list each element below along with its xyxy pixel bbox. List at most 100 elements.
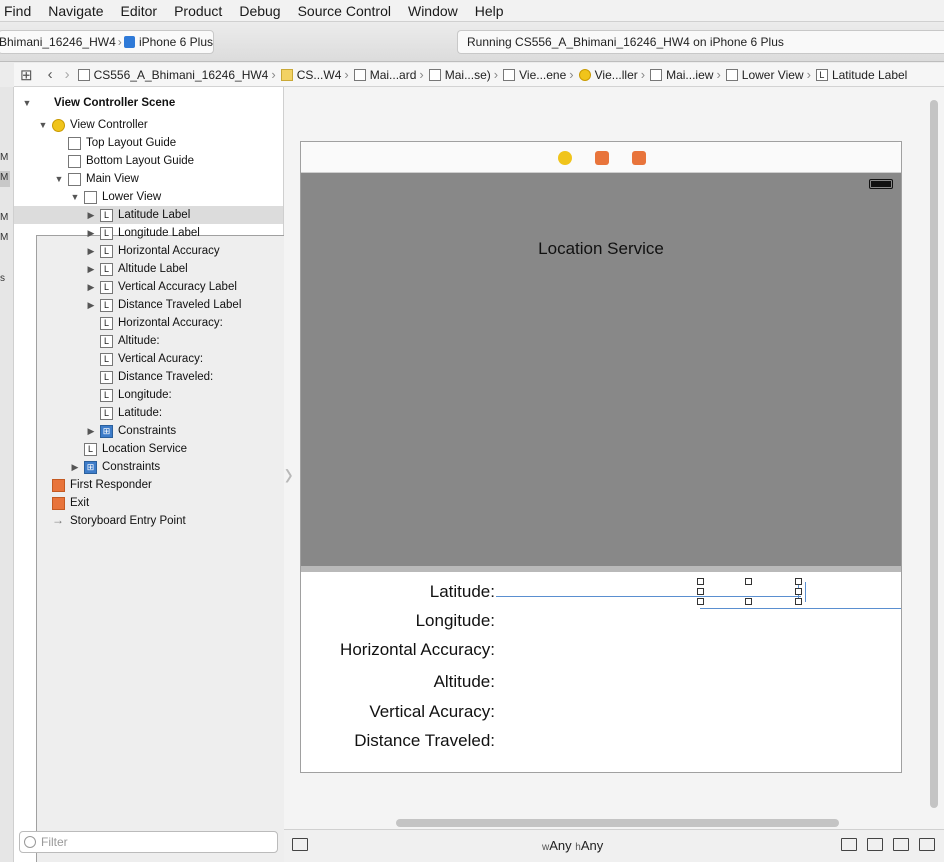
outline-row-main-constraints[interactable]: ▶ ⊞ Constraints	[14, 458, 283, 476]
outline-row-longitude-label[interactable]: ▶ L Longitude Label	[14, 224, 283, 242]
outline-row-main-view[interactable]: ▼ Main View	[14, 170, 283, 188]
outline-row-altitude-static[interactable]: L Altitude:	[14, 332, 283, 350]
resize-handle[interactable]	[795, 578, 802, 585]
entry-point-arrow-icon[interactable]: ›	[285, 455, 293, 494]
outline-row-vertical-accuracy-static[interactable]: L Vertical Acuracy:	[14, 350, 283, 368]
menu-find[interactable]: Find	[4, 3, 31, 19]
jump-group[interactable]: CS...W4	[280, 68, 341, 82]
back-button[interactable]: ‹	[48, 66, 53, 83]
device-icon	[123, 36, 135, 48]
constraint-line	[496, 596, 801, 597]
location-service-title[interactable]: Location Service	[301, 239, 901, 259]
chevron-right-icon: ›	[806, 67, 811, 82]
exit-icon[interactable]	[632, 151, 646, 165]
outline-row-vertical-accuracy-label[interactable]: ▶ L Vertical Accuracy Label	[14, 278, 283, 296]
toggle-outline-icon[interactable]	[292, 838, 308, 851]
outline-row-scene[interactable]: ▼ View Controller Scene	[14, 94, 638, 862]
menu-navigate[interactable]: Navigate	[48, 3, 103, 19]
pin-icon[interactable]	[893, 838, 909, 851]
folder-icon	[280, 68, 293, 81]
resolve-issues-icon[interactable]	[919, 838, 935, 851]
outline-row-first-responder[interactable]: First Responder	[14, 476, 283, 494]
disclosure-closed-icon[interactable]: ▶	[86, 210, 96, 221]
view-controller-scene[interactable]: Location Service Latitude: Longitude: Ho…	[300, 141, 902, 773]
outline-row-longitude-static[interactable]: L Longitude:	[14, 386, 283, 404]
longitude-label[interactable]: Longitude:	[416, 611, 495, 631]
disclosure-open-icon[interactable]: ▼	[54, 174, 64, 184]
jump-scene[interactable]: Vie...ene	[503, 68, 566, 82]
vertical-scrollbar[interactable]	[930, 100, 938, 808]
resize-handle[interactable]	[697, 588, 704, 595]
resize-handle[interactable]	[745, 578, 752, 585]
view-icon	[725, 68, 738, 81]
outline-row-exit[interactable]: Exit	[14, 494, 283, 512]
upper-view[interactable]: Location Service	[301, 173, 901, 566]
align-icon[interactable]	[867, 838, 883, 851]
chevron-right-icon: ›	[419, 67, 424, 82]
outline-row-horizontal-accuracy[interactable]: ▶ L Horizontal Accuracy	[14, 242, 283, 260]
outline-row-entry-point[interactable]: → Storyboard Entry Point	[14, 512, 283, 530]
label-icon: L	[100, 370, 113, 384]
menu-source-control[interactable]: Source Control	[298, 3, 391, 19]
altitude-label[interactable]: Altitude:	[434, 672, 495, 692]
menu-debug[interactable]: Debug	[239, 3, 280, 19]
vertical-accuracy-label[interactable]: Vertical Acuracy:	[369, 702, 495, 722]
outline-row-bottom-guide[interactable]: Bottom Layout Guide	[14, 152, 283, 170]
disclosure-closed-icon[interactable]: ▶	[86, 228, 96, 239]
disclosure-closed-icon[interactable]: ▶	[86, 300, 96, 311]
menu-editor[interactable]: Editor	[121, 3, 158, 19]
outline-row-latitude-static[interactable]: L Latitude:	[14, 404, 283, 422]
disclosure-closed-icon[interactable]: ▶	[86, 426, 96, 437]
chevron-right-icon: ›	[716, 67, 721, 82]
jump-storyboard-base[interactable]: Mai...se)	[428, 68, 491, 82]
outline-row-distance-traveled-label[interactable]: ▶ L Distance Traveled Label	[14, 296, 283, 314]
outline-row-view-controller[interactable]: ▼ View Controller	[14, 116, 283, 134]
horizontal-scrollbar[interactable]	[396, 819, 839, 827]
outline-row-distance-traveled-static[interactable]: L Distance Traveled:	[14, 368, 283, 386]
outline-row-location-service[interactable]: L Location Service	[14, 440, 283, 458]
outline-row-latitude-label[interactable]: ▶ L Latitude Label	[14, 206, 283, 224]
outline-label: Distance Traveled:	[118, 371, 214, 383]
resize-handle[interactable]	[745, 598, 752, 605]
disclosure-open-icon[interactable]: ▼	[38, 120, 48, 130]
menu-help[interactable]: Help	[475, 3, 504, 19]
resize-handle[interactable]	[795, 598, 802, 605]
disclosure-closed-icon[interactable]: ▶	[86, 246, 96, 257]
forward-button[interactable]: ›	[65, 66, 70, 83]
outline-filter-field[interactable]: Filter	[19, 831, 278, 853]
jump-project[interactable]: CS556_A_Bhimani_16246_HW4	[77, 68, 268, 82]
distance-traveled-label[interactable]: Distance Traveled:	[354, 731, 495, 751]
first-responder-icon[interactable]	[595, 151, 609, 165]
menu-product[interactable]: Product	[174, 3, 222, 19]
disclosure-open-icon[interactable]: ▼	[22, 98, 32, 108]
resize-handle[interactable]	[697, 578, 704, 585]
disclosure-closed-icon[interactable]: ▶	[86, 282, 96, 293]
jump-latitude-label[interactable]: L Latitude Label	[815, 67, 908, 82]
outline-row-top-guide[interactable]: Top Layout Guide	[14, 134, 283, 152]
canvas-bottom-bar: wAny hAny	[284, 829, 944, 862]
jump-storyboard[interactable]: Mai...ard	[353, 68, 416, 82]
menu-window[interactable]: Window	[408, 3, 458, 19]
label-icon: L	[100, 298, 113, 312]
view-controller-icon[interactable]	[558, 151, 572, 165]
jump-lower-view[interactable]: Lower View	[725, 68, 804, 82]
stack-icon[interactable]	[841, 838, 857, 851]
outline-row-lower-view[interactable]: ▼ Lower View	[14, 188, 283, 206]
scheme-selector[interactable]: Bhimani_16246_HW4 › iPhone 6 Plus	[0, 30, 214, 54]
gutter-marker: M	[0, 212, 9, 223]
disclosure-closed-icon[interactable]: ▶	[70, 462, 80, 473]
size-class-control[interactable]: wAny hAny	[542, 838, 603, 853]
disclosure-open-icon[interactable]: ▼	[70, 192, 80, 202]
outline-row-altitude-label[interactable]: ▶ L Altitude Label	[14, 260, 283, 278]
outline-row-lower-constraints[interactable]: ▶ ⊞ Constraints	[14, 422, 283, 440]
jump-view-controller[interactable]: Vie...ller	[578, 68, 638, 82]
latitude-label[interactable]: Latitude:	[430, 582, 495, 602]
disclosure-closed-icon[interactable]: ▶	[86, 264, 96, 275]
jump-latitude-label-label: Latitude Label	[831, 67, 908, 82]
resize-handle[interactable]	[697, 598, 704, 605]
related-items-icon[interactable]: ⊞	[20, 66, 33, 84]
horizontal-accuracy-label[interactable]: Horizontal Accuracy:	[340, 640, 495, 660]
jump-main-view[interactable]: Mai...iew	[650, 68, 713, 82]
outline-row-horizontal-accuracy-static[interactable]: L Horizontal Accuracy:	[14, 314, 283, 332]
resize-handle[interactable]	[795, 588, 802, 595]
